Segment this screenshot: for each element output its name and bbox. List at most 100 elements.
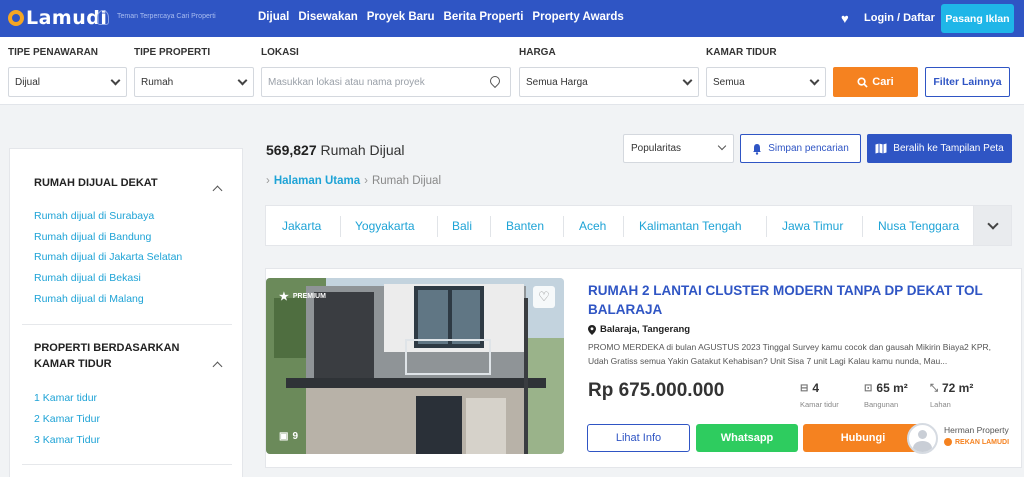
sort-value: Popularitas (631, 143, 682, 154)
location-input[interactable]: Masukkan lokasi atau nama proyek (261, 67, 511, 97)
building-area-icon: ⊡ (864, 382, 873, 394)
building-area-attr: ⊡ 65 m² Bangunan (864, 381, 908, 409)
city-tab-nusa-tenggara[interactable]: Nusa Tenggara (878, 219, 959, 233)
nearby-link-surabaya[interactable]: Rumah dijual di Surabaya (34, 210, 154, 222)
map-view-label: Beralih ke Tampilan Peta (893, 143, 1004, 154)
login-link[interactable]: Login / Daftar (864, 12, 935, 24)
land-area-label: Lahan (930, 400, 951, 409)
price-value: Semua Harga (526, 76, 588, 88)
breadcrumb-home[interactable]: Halaman Utama (274, 175, 360, 187)
divider (340, 216, 341, 237)
city-tab-banten[interactable]: Banten (506, 219, 544, 233)
nearby-link-jakarta-selatan[interactable]: Rumah dijual di Jakarta Selatan (34, 251, 182, 263)
nav-property-awards[interactable]: Property Awards (532, 11, 623, 23)
city-tab-yogyakarta[interactable]: Yogyakarta (355, 219, 415, 233)
view-info-button[interactable]: Lihat Info (587, 424, 690, 452)
divider (22, 464, 232, 465)
nav-proyek-baru[interactable]: Proyek Baru (367, 11, 435, 23)
nav-berita-properti[interactable]: Berita Properti (444, 11, 524, 23)
lamudi-logo[interactable]: Lamudi (8, 7, 107, 29)
save-search-label: Simpan pencarian (768, 143, 849, 154)
city-tab-kalimantan-tengah[interactable]: Kalimantan Tengah (639, 219, 742, 233)
chevron-down-icon (682, 75, 693, 86)
bell-icon (753, 143, 762, 155)
city-tabs-more-button[interactable] (973, 205, 1012, 246)
post-ad-button[interactable]: Pasang Iklan (941, 4, 1014, 33)
search-bar: TIPE PENAWARAN Dijual TIPE PROPERTI Ruma… (0, 37, 1024, 105)
chevron-down-icon (717, 141, 727, 151)
city-tab-jawa-timur[interactable]: Jawa Timur (782, 219, 843, 233)
price-select[interactable]: Semua Harga (519, 67, 699, 97)
star-icon: ★ (279, 291, 289, 303)
bedroom-link-1[interactable]: 1 Kamar tidur (34, 392, 97, 404)
photo-count-value: 9 (292, 431, 299, 442)
results-count: 569,827 Rumah Dijual (266, 142, 405, 158)
search-button-label: Cari (872, 76, 894, 88)
breadcrumb-current: Rumah Dijual (371, 175, 442, 187)
offer-type-select[interactable]: Dijual (8, 67, 127, 97)
agent-avatar[interactable] (907, 423, 938, 454)
logo-text: Lamudi (26, 7, 108, 29)
map-icon (875, 143, 887, 154)
land-area-value: 72 m² (942, 381, 974, 395)
listing-location-text: Balaraja, Tangerang (600, 324, 691, 335)
listing-location: Balaraja, Tangerang (588, 324, 690, 335)
city-tab-bali[interactable]: Bali (452, 219, 472, 233)
chevron-down-icon (809, 75, 820, 86)
favorites-heart-icon[interactable]: ♥ (841, 12, 849, 25)
favorite-heart-icon[interactable]: ♡ (533, 286, 555, 308)
tagline: Teman Terpercaya Cari Properti (117, 13, 216, 20)
map-view-button[interactable]: Beralih ke Tampilan Peta (867, 134, 1012, 163)
divider (862, 216, 863, 237)
nearby-link-malang[interactable]: Rumah dijual di Malang (34, 293, 144, 305)
chevron-down-icon (110, 75, 121, 86)
bedrooms-select[interactable]: Semua (706, 67, 826, 97)
nearby-link-bekasi[interactable]: Rumah dijual di Bekasi (34, 272, 141, 284)
city-tab-jakarta[interactable]: Jakarta (282, 219, 321, 233)
search-button[interactable]: Cari (833, 67, 918, 97)
contact-button[interactable]: Hubungi (803, 424, 923, 452)
sort-select[interactable]: Popularitas (623, 134, 734, 163)
bedroom-link-3[interactable]: 3 Kamar Tidur (34, 434, 100, 446)
nav-disewakan[interactable]: Disewakan (298, 11, 357, 23)
bedrooms-attr: ⊟ 4 Kamar tidur (800, 381, 839, 409)
logo-mark-icon (8, 10, 24, 26)
chevron-up-icon[interactable] (212, 185, 223, 196)
house-photo (266, 278, 564, 454)
breadcrumb-chevron-icon: › (266, 175, 270, 187)
divider (490, 216, 491, 237)
whatsapp-button[interactable]: Whatsapp (696, 424, 798, 452)
listing-price: Rp 675.000.000 (588, 380, 725, 401)
premium-badge-label: PREMIUM (292, 293, 326, 300)
divider (563, 216, 564, 237)
divider (766, 216, 767, 237)
breadcrumb-chevron-icon: › (364, 175, 368, 187)
award-badge-icon (97, 10, 109, 25)
agent-badge: REKAN LAMUDI (944, 438, 1009, 446)
bedrooms-attr-label: Kamar tidur (800, 400, 839, 409)
results-count-number: 569,827 (266, 142, 317, 158)
listing-photo[interactable] (266, 278, 564, 454)
agent-badge-label: REKAN LAMUDI (955, 438, 1010, 446)
divider (437, 216, 438, 237)
city-tab-aceh[interactable]: Aceh (579, 219, 606, 233)
listing-title[interactable]: RUMAH 2 LANTAI CLUSTER MODERN TANPA DP D… (588, 281, 1008, 319)
property-type-select[interactable]: Rumah (134, 67, 254, 97)
offer-type-label: TIPE PENAWARAN (8, 47, 99, 58)
bed-icon: ⊟ (800, 382, 809, 394)
sidebar: RUMAH DIJUAL DEKAT Rumah dijual di Surab… (9, 148, 243, 477)
agent-name[interactable]: Herman Property (944, 425, 1009, 435)
bedrooms-value: Semua (713, 76, 745, 88)
nearby-link-bandung[interactable]: Rumah dijual di Bandung (34, 231, 151, 243)
nav-dijual[interactable]: Dijual (258, 11, 289, 23)
building-area-value: 65 m² (876, 381, 908, 395)
bedroom-link-2[interactable]: 2 Kamar Tidur (34, 413, 100, 425)
nearby-heading: RUMAH DIJUAL DEKAT (34, 177, 158, 189)
camera-icon: ▣ (279, 431, 289, 442)
building-area-label: Bangunan (864, 400, 899, 409)
save-search-button[interactable]: Simpan pencarian (740, 134, 861, 163)
bedrooms-label: KAMAR TIDUR (706, 47, 777, 58)
listing-description: PROMO MERDEKA di bulan AGUSTUS 2023 Ting… (588, 342, 991, 366)
more-filters-button[interactable]: Filter Lainnya (925, 67, 1010, 97)
chevron-up-icon[interactable] (212, 361, 223, 372)
